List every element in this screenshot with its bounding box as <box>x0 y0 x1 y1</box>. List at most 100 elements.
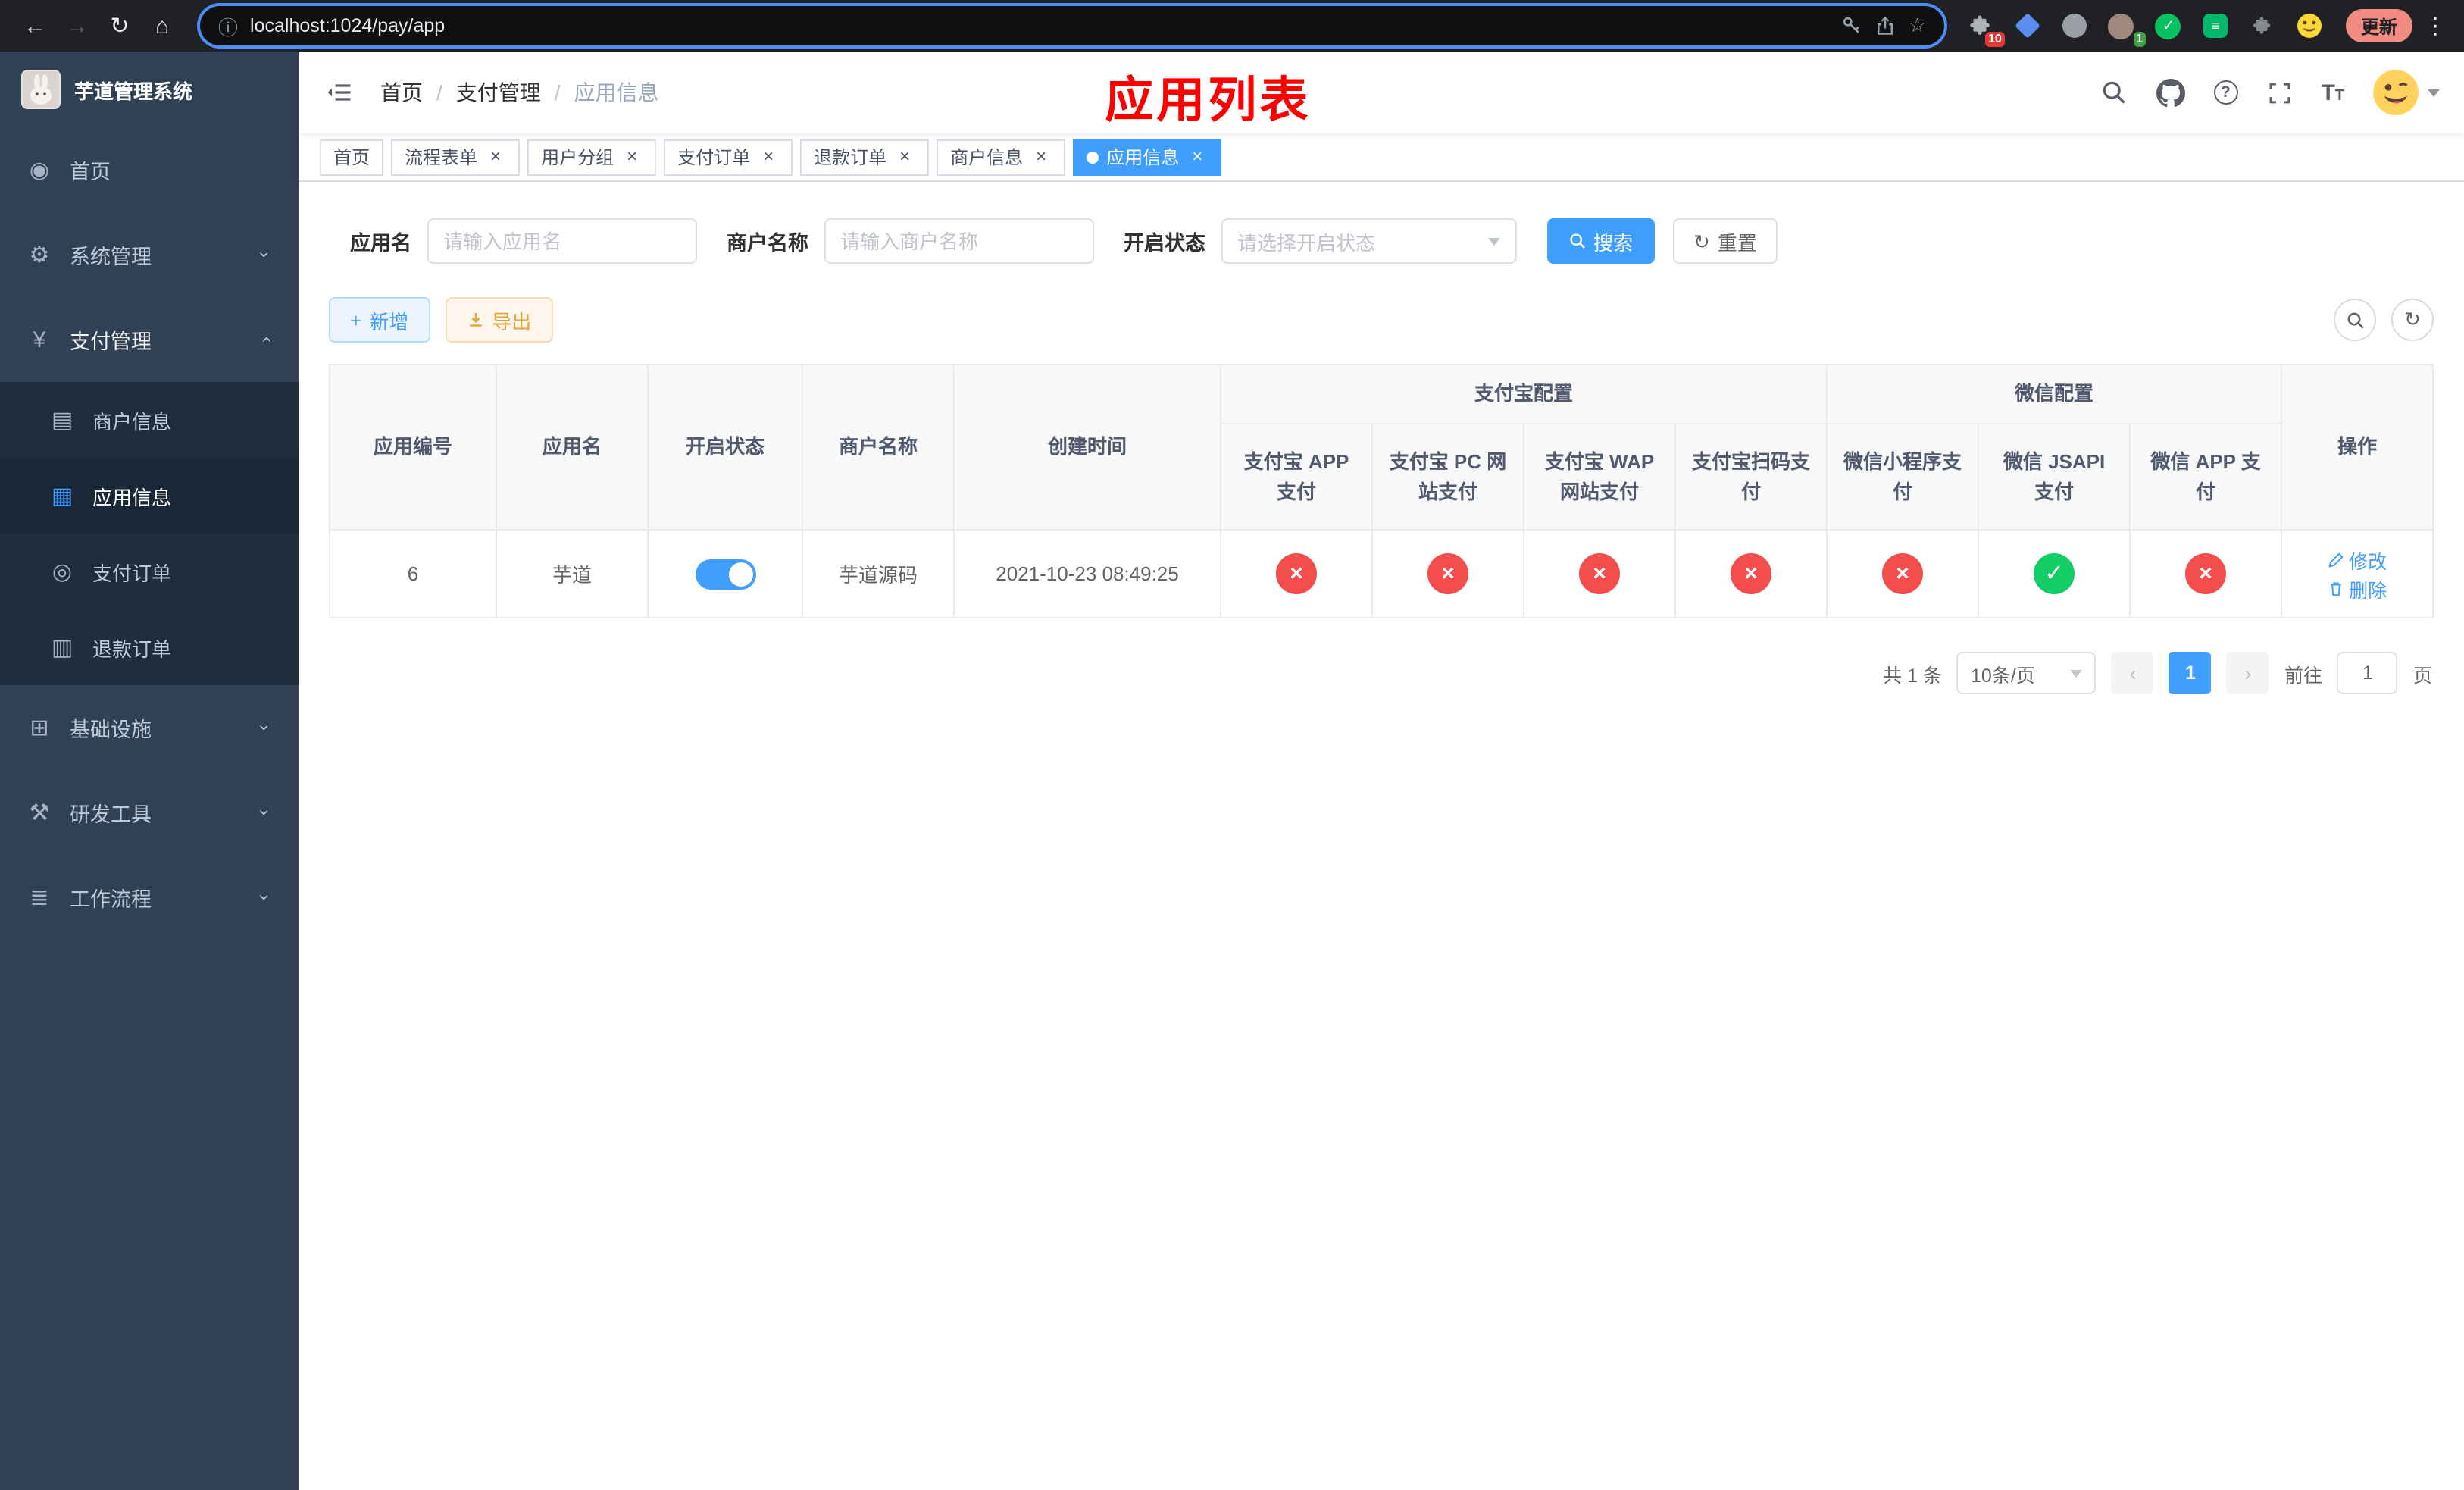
tab-user-group[interactable]: 用户分组 × <box>527 139 657 175</box>
cell-app-name: 芋道 <box>496 529 649 618</box>
merchant-name-input[interactable] <box>824 218 1093 264</box>
goto-page-input[interactable] <box>2337 652 2398 694</box>
cell-alipay-wap: × <box>1523 529 1676 618</box>
col-header-app-name: 应用名 <box>496 364 649 531</box>
tab-pay-order[interactable]: 支付订单 × <box>664 139 793 175</box>
avatar-emoji-icon <box>2373 70 2419 115</box>
payment-status-icon: × <box>1427 553 1468 594</box>
sidebar-item-payment[interactable]: ¥ 支付管理 › <box>0 297 299 382</box>
logo-rabbit-icon <box>21 70 61 109</box>
breadcrumb-home[interactable]: 首页 <box>380 77 423 108</box>
close-icon[interactable]: × <box>485 146 506 167</box>
top-navbar: 首页 / 支付管理 / 应用信息 应用列表 ? T T <box>299 52 2464 133</box>
toggle-search-button[interactable] <box>2334 299 2376 341</box>
status-select[interactable]: 请选择开启状态 <box>1221 218 1516 264</box>
extension-puzzle-dark-icon[interactable] <box>2244 8 2281 44</box>
delete-button[interactable]: 删除 <box>2328 574 2387 603</box>
search-button[interactable]: 搜索 <box>1546 218 1655 264</box>
payment-submenu: ▤ 商户信息 ▦ 应用信息 ◎ 支付订单 ▥ 退款订单 <box>0 382 299 685</box>
github-icon[interactable] <box>2156 78 2185 107</box>
export-button[interactable]: 导出 <box>445 297 553 343</box>
extension-avatar-badge: 1 <box>2133 32 2146 47</box>
help-icon[interactable]: ? <box>2213 80 2238 105</box>
breadcrumb-separator: / <box>436 80 442 105</box>
sidebar-item-home[interactable]: ◉ 首页 <box>0 127 299 212</box>
goto-label: 前往 <box>2284 665 2322 686</box>
close-icon[interactable]: × <box>1187 146 1208 167</box>
sidebar-item-pay-order[interactable]: ◎ 支付订单 <box>0 534 299 609</box>
reload-button[interactable]: ↻ <box>100 6 139 45</box>
refund-order-icon: ▥ <box>51 635 73 661</box>
sidebar-toggle-icon[interactable] <box>323 76 356 109</box>
close-icon[interactable]: × <box>621 146 643 167</box>
app-name-input[interactable] <box>427 218 696 264</box>
tab-process-form[interactable]: 流程表单 × <box>391 139 521 175</box>
app-title: 芋道管理系统 <box>74 80 193 102</box>
tab-label: 退款订单 <box>814 147 887 168</box>
extension-wechat-icon[interactable]: ✓ <box>2150 8 2187 44</box>
forward-button[interactable]: → <box>58 6 97 45</box>
site-info-icon[interactable]: ⓘ <box>218 11 238 40</box>
browser-update-button[interactable]: 更新 <box>2345 9 2412 42</box>
tags-view: 首页 流程表单 × 用户分组 × 支付订单 × 退款订单 × 商户信息 × 应用… <box>299 133 2464 182</box>
page-size-select[interactable]: 10条/页 <box>1956 652 2097 694</box>
breadcrumb-payment[interactable]: 支付管理 <box>456 77 541 108</box>
extension-notes-icon[interactable]: ≡ <box>2197 8 2234 44</box>
refresh-table-button[interactable]: ↻ <box>2391 299 2434 341</box>
share-icon[interactable] <box>1875 15 1896 36</box>
reset-button[interactable]: ↻ 重置 <box>1672 218 1778 264</box>
extension-face-icon[interactable] <box>2291 8 2328 44</box>
prev-page-button[interactable]: ‹ <box>2111 652 2154 694</box>
extension-globe-icon[interactable] <box>2056 8 2093 44</box>
merchant-card-icon: ▤ <box>51 408 73 434</box>
browser-menu-icon[interactable]: ⋮ <box>2422 12 2449 39</box>
tools-icon: ⚒ <box>29 800 50 826</box>
back-button[interactable]: ← <box>15 6 55 45</box>
workflow-icon: ≣ <box>30 885 49 911</box>
tab-label: 用户分组 <box>541 147 614 168</box>
edit-button[interactable]: 修改 <box>2328 545 2387 574</box>
search-icon[interactable] <box>2100 79 2127 106</box>
user-avatar[interactable] <box>2373 70 2440 115</box>
yen-icon: ¥ <box>33 327 46 352</box>
sidebar-item-dev-tools[interactable]: ⚒ 研发工具 › <box>0 770 299 855</box>
close-icon[interactable]: × <box>758 146 779 167</box>
merchant-name-label: 商户名称 <box>727 232 808 255</box>
select-placeholder: 请选择开启状态 <box>1237 231 1376 254</box>
address-bar[interactable]: ⓘ localhost:1024/pay/app ☆ <box>200 6 1944 45</box>
chevron-down-icon: › <box>255 894 276 900</box>
extension-avatar-icon[interactable]: 1 <box>2103 8 2146 47</box>
tab-home[interactable]: 首页 <box>320 139 384 175</box>
add-button[interactable]: + 新增 <box>329 297 430 343</box>
sidebar-item-system[interactable]: ⚙ 系统管理 › <box>0 212 299 297</box>
extensions-puzzle-icon[interactable]: 10 <box>1962 8 2005 47</box>
sidebar-item-merchant-info[interactable]: ▤ 商户信息 <box>0 382 299 458</box>
sidebar-item-label: 首页 <box>70 161 111 183</box>
table-row: 6 芋道 芋道源码 2021-10-23 08:49:25 × × × × × <box>329 529 2434 618</box>
sidebar-item-infrastructure[interactable]: ⊞ 基础设施 › <box>0 685 299 770</box>
close-icon[interactable]: × <box>894 146 915 167</box>
close-icon[interactable]: × <box>1030 146 1052 167</box>
bookmark-star-icon[interactable]: ☆ <box>1909 14 1926 38</box>
password-key-icon[interactable] <box>1842 15 1863 36</box>
sidebar-item-app-info[interactable]: ▦ 应用信息 <box>0 458 299 534</box>
tab-refund-order[interactable]: 退款订单 × <box>800 139 930 175</box>
sidebar-item-refund-order[interactable]: ▥ 退款订单 <box>0 609 299 685</box>
tab-app-info[interactable]: 应用信息 × <box>1073 139 1222 175</box>
chevron-down-icon: › <box>255 252 276 258</box>
cell-app-id: 6 <box>329 529 497 618</box>
next-page-button[interactable]: › <box>2226 652 2269 694</box>
fullscreen-icon[interactable] <box>2266 80 2292 105</box>
active-dot <box>1087 151 1099 163</box>
extensions-badge: 10 <box>1985 32 2005 47</box>
sidebar-item-workflow[interactable]: ≣ 工作流程 › <box>0 855 299 940</box>
payment-status-icon: × <box>1731 553 1771 594</box>
home-button[interactable]: ⌂ <box>142 6 182 45</box>
sidebar-logo: 芋道管理系统 <box>0 52 299 127</box>
extension-diamond-icon[interactable] <box>2009 8 2046 44</box>
status-toggle[interactable] <box>695 559 755 589</box>
tab-merchant-info[interactable]: 商户信息 × <box>937 139 1066 175</box>
font-size-icon[interactable]: TT <box>2321 81 2344 104</box>
cell-wechat-app: × <box>2129 529 2283 618</box>
page-1-button[interactable]: 1 <box>2169 652 2212 694</box>
